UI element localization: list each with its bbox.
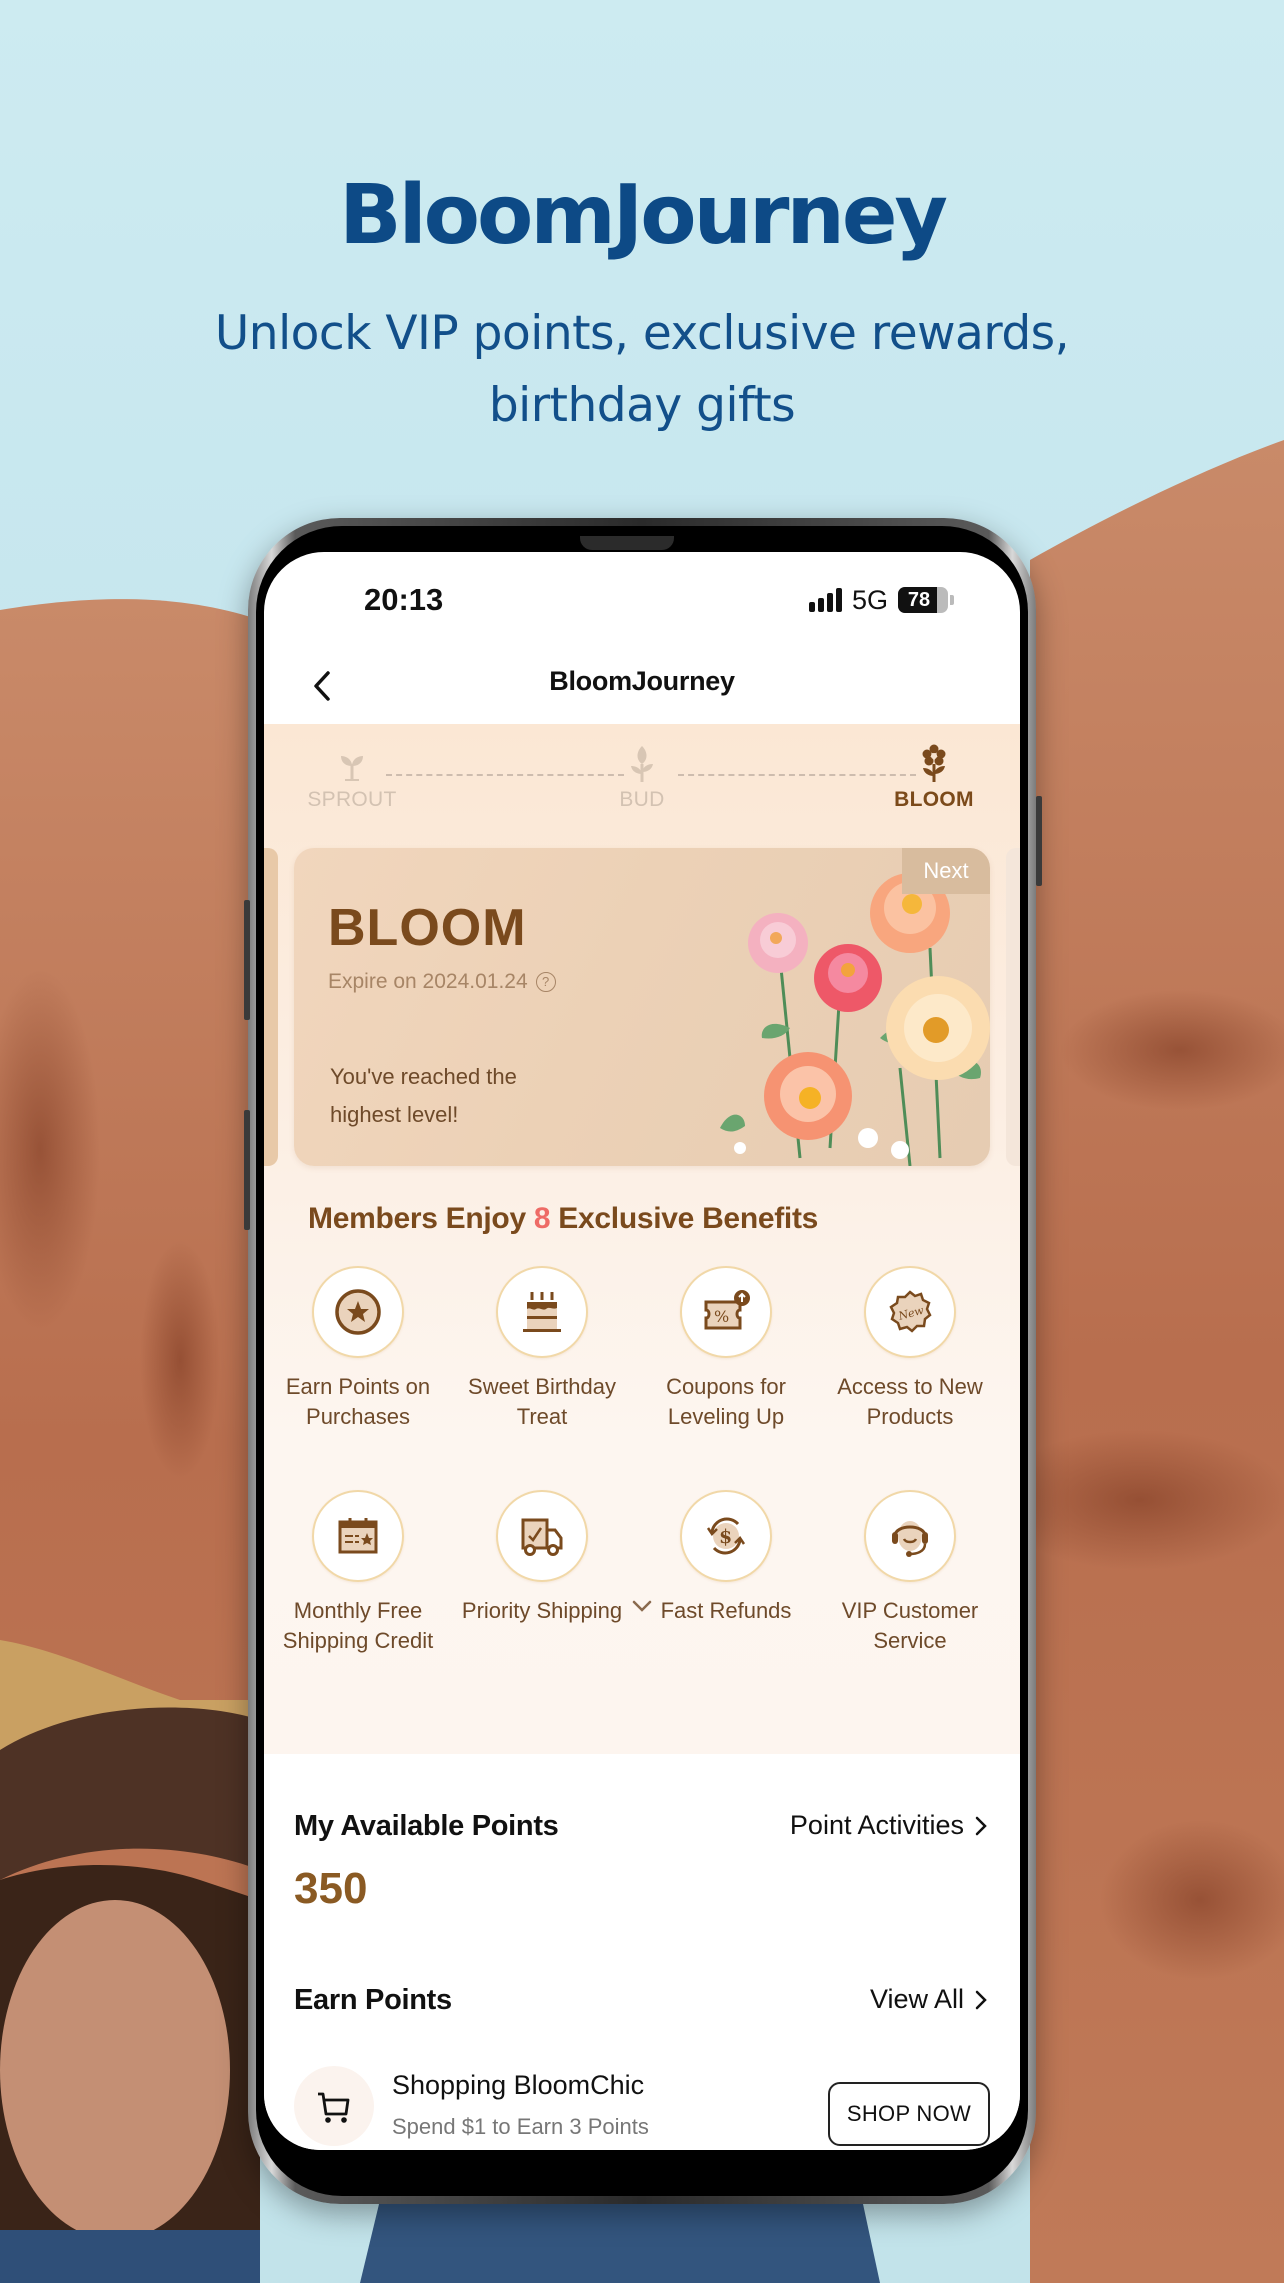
- benefits-title: Members Enjoy 8 Exclusive Benefits: [308, 1202, 818, 1236]
- earn-task-row: Shopping BloomChic Spend $1 to Earn 3 Po…: [294, 2066, 990, 2146]
- benefit-label: Access to New Products: [837, 1374, 983, 1429]
- benefit-earn-points[interactable]: Earn Points on Purchases: [266, 1266, 450, 1432]
- benefit-icon-circle: New: [864, 1266, 956, 1358]
- expand-chevron-icon[interactable]: [628, 1596, 656, 1616]
- point-activities-link[interactable]: Point Activities: [790, 1810, 988, 1841]
- next-card-peek[interactable]: [1006, 848, 1020, 1166]
- tier-section: SPROUT BUD BLOOM Next BLOOM Expire on 20…: [264, 724, 1020, 1754]
- points-value: 350: [294, 1864, 368, 1913]
- benefit-icon-circle: [312, 1490, 404, 1582]
- earn-points-title: Earn Points: [294, 1984, 452, 2016]
- sprout-icon: [341, 756, 363, 781]
- shop-now-button[interactable]: SHOP NOW: [828, 2082, 990, 2146]
- benefit-icon-circle: [496, 1266, 588, 1358]
- status-icons: 5G 78: [808, 582, 954, 618]
- benefit-label: VIP Customer Service: [841, 1598, 979, 1653]
- tier-expiry: Expire on 2024.01.24 ?: [328, 970, 556, 994]
- status-time: 20:13: [364, 582, 444, 617]
- svg-text:%: %: [714, 1307, 729, 1326]
- battery-icon: 78: [898, 587, 948, 613]
- view-all-link[interactable]: View All: [870, 1984, 988, 2015]
- benefit-icon-circle: [312, 1266, 404, 1358]
- calendar-icon: [338, 1518, 378, 1554]
- bud-icon: [631, 746, 653, 782]
- truck-icon: [521, 1518, 563, 1556]
- level-step-label: BUD: [619, 788, 665, 811]
- promo-subhead: Unlock VIP points, exclusive rewards, bi…: [214, 306, 1070, 433]
- level-step-sprout[interactable]: SPROUT: [282, 744, 422, 812]
- volume-button: [244, 1110, 250, 1230]
- task-name: Shopping BloomChic: [392, 2070, 645, 2100]
- app-screen: 20:13 5G 78 BloomJourney SPROUT BUD BLOO…: [264, 552, 1020, 2150]
- tier-expiry-text: Expire on 2024.01.24: [328, 970, 528, 993]
- svg-text:$: $: [719, 1526, 732, 1548]
- benefit-coupons[interactable]: % Coupons for Leveling Up: [634, 1266, 818, 1432]
- benefit-icon-circle: [864, 1490, 956, 1582]
- benefits-title-text: Exclusive Benefits: [550, 1202, 819, 1235]
- benefit-vip-service[interactable]: VIP Customer Service: [818, 1490, 1002, 1656]
- headset-icon: [892, 1521, 928, 1557]
- page-title: BloomJourney: [549, 666, 735, 696]
- benefit-label: Fast Refunds: [660, 1598, 792, 1623]
- phone-speaker: [580, 536, 674, 550]
- star-coin-icon: [335, 1289, 381, 1335]
- benefit-free-shipping[interactable]: Monthly Free Shipping Credit: [266, 1490, 450, 1656]
- level-step-label: BLOOM: [894, 788, 974, 811]
- benefit-new-products[interactable]: New Access to New Products: [818, 1266, 1002, 1432]
- chevron-right-icon: [975, 1990, 987, 2009]
- refund-icon: $: [706, 1517, 746, 1555]
- tier-message: You've reached the highest level!: [330, 1064, 517, 1127]
- view-all-label: View All: [869, 1984, 964, 2014]
- tier-card[interactable]: Next BLOOM Expire on 2024.01.24 ? You've…: [294, 848, 990, 1166]
- points-card: My Available Points Point Activities 350…: [264, 1758, 1020, 2150]
- benefit-label: Coupons for Leveling Up: [666, 1374, 786, 1429]
- tier-name: BLOOM: [328, 899, 527, 957]
- level-step-label: SPROUT: [307, 788, 397, 811]
- signal-icon: [808, 588, 842, 612]
- benefit-fast-refunds[interactable]: $ Fast Refunds: [634, 1490, 818, 1626]
- level-step-bloom[interactable]: BLOOM: [864, 744, 1004, 812]
- benefit-label: Monthly Free Shipping Credit: [282, 1598, 434, 1653]
- nav-bar: BloomJourney: [264, 648, 1020, 724]
- promo-headline: BloomJourney: [339, 168, 948, 263]
- flowers-illustration: [720, 873, 990, 1166]
- prev-card-peek[interactable]: [264, 848, 278, 1166]
- task-icon-circle: [294, 2066, 374, 2146]
- next-level-badge[interactable]: Next: [902, 848, 990, 894]
- benefit-birthday[interactable]: Sweet Birthday Treat: [450, 1266, 634, 1432]
- level-progress: SPROUT BUD BLOOM: [264, 744, 1020, 824]
- volume-button: [244, 900, 250, 1020]
- benefits-count: 8: [533, 1202, 551, 1235]
- benefits-title-text: Members Enjoy: [308, 1202, 534, 1235]
- birthday-cake-icon: [523, 1292, 561, 1332]
- benefit-icon-circle: $: [680, 1490, 772, 1582]
- battery-level: 78: [907, 589, 931, 611]
- task-description: Spend $1 to Earn 3 Points: [392, 2114, 649, 2139]
- coupon-icon: %: [704, 1290, 750, 1330]
- cart-icon: [318, 2092, 350, 2123]
- new-badge-icon: New: [889, 1290, 932, 1333]
- benefit-priority-shipping[interactable]: Priority Shipping: [450, 1490, 634, 1626]
- level-step-bud[interactable]: BUD: [572, 744, 712, 812]
- benefit-icon-circle: [496, 1490, 588, 1582]
- chevron-right-icon: [975, 1816, 987, 1835]
- available-points-title: My Available Points: [294, 1810, 559, 1842]
- status-bar: 20:13 5G 78: [264, 552, 1020, 648]
- benefit-label: Priority Shipping: [461, 1598, 623, 1623]
- power-button: [1036, 796, 1042, 886]
- help-icon[interactable]: ?: [535, 972, 556, 992]
- network-type: 5G: [851, 584, 888, 615]
- flower-icon: [922, 744, 946, 782]
- benefit-label: Sweet Birthday Treat: [468, 1374, 616, 1429]
- benefit-label: Earn Points on Purchases: [285, 1374, 431, 1429]
- point-activities-label: Point Activities: [789, 1810, 964, 1840]
- battery-tip: [950, 595, 954, 605]
- benefit-icon-circle: %: [680, 1266, 772, 1358]
